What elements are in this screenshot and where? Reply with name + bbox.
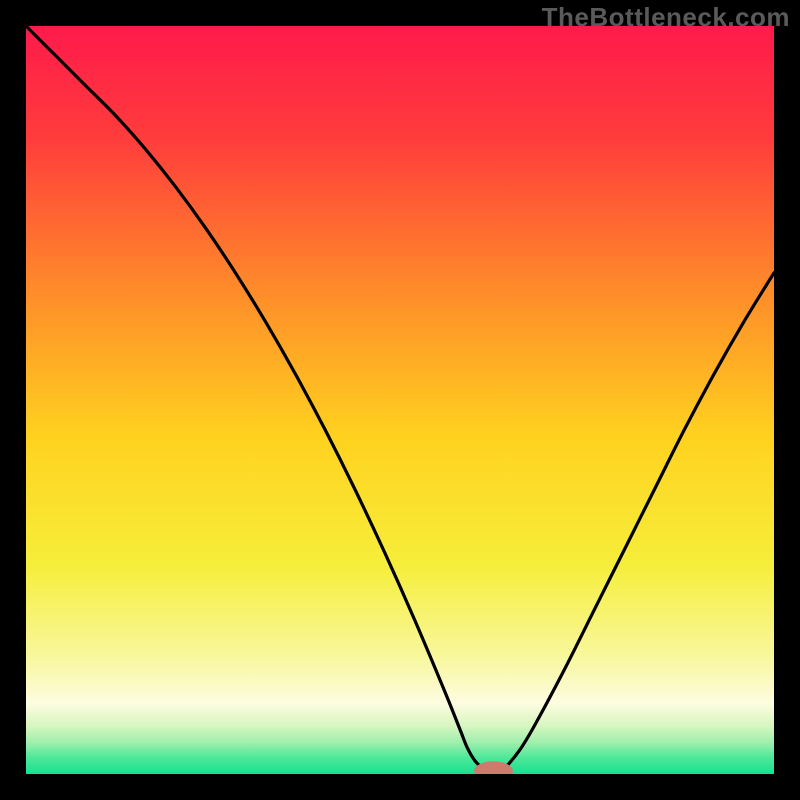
chart-container: TheBottleneck.com: [0, 0, 800, 800]
bottleneck-chart: [26, 26, 774, 774]
watermark-text: TheBottleneck.com: [542, 2, 790, 33]
plot-area: [26, 26, 774, 774]
gradient-background: [26, 26, 774, 774]
